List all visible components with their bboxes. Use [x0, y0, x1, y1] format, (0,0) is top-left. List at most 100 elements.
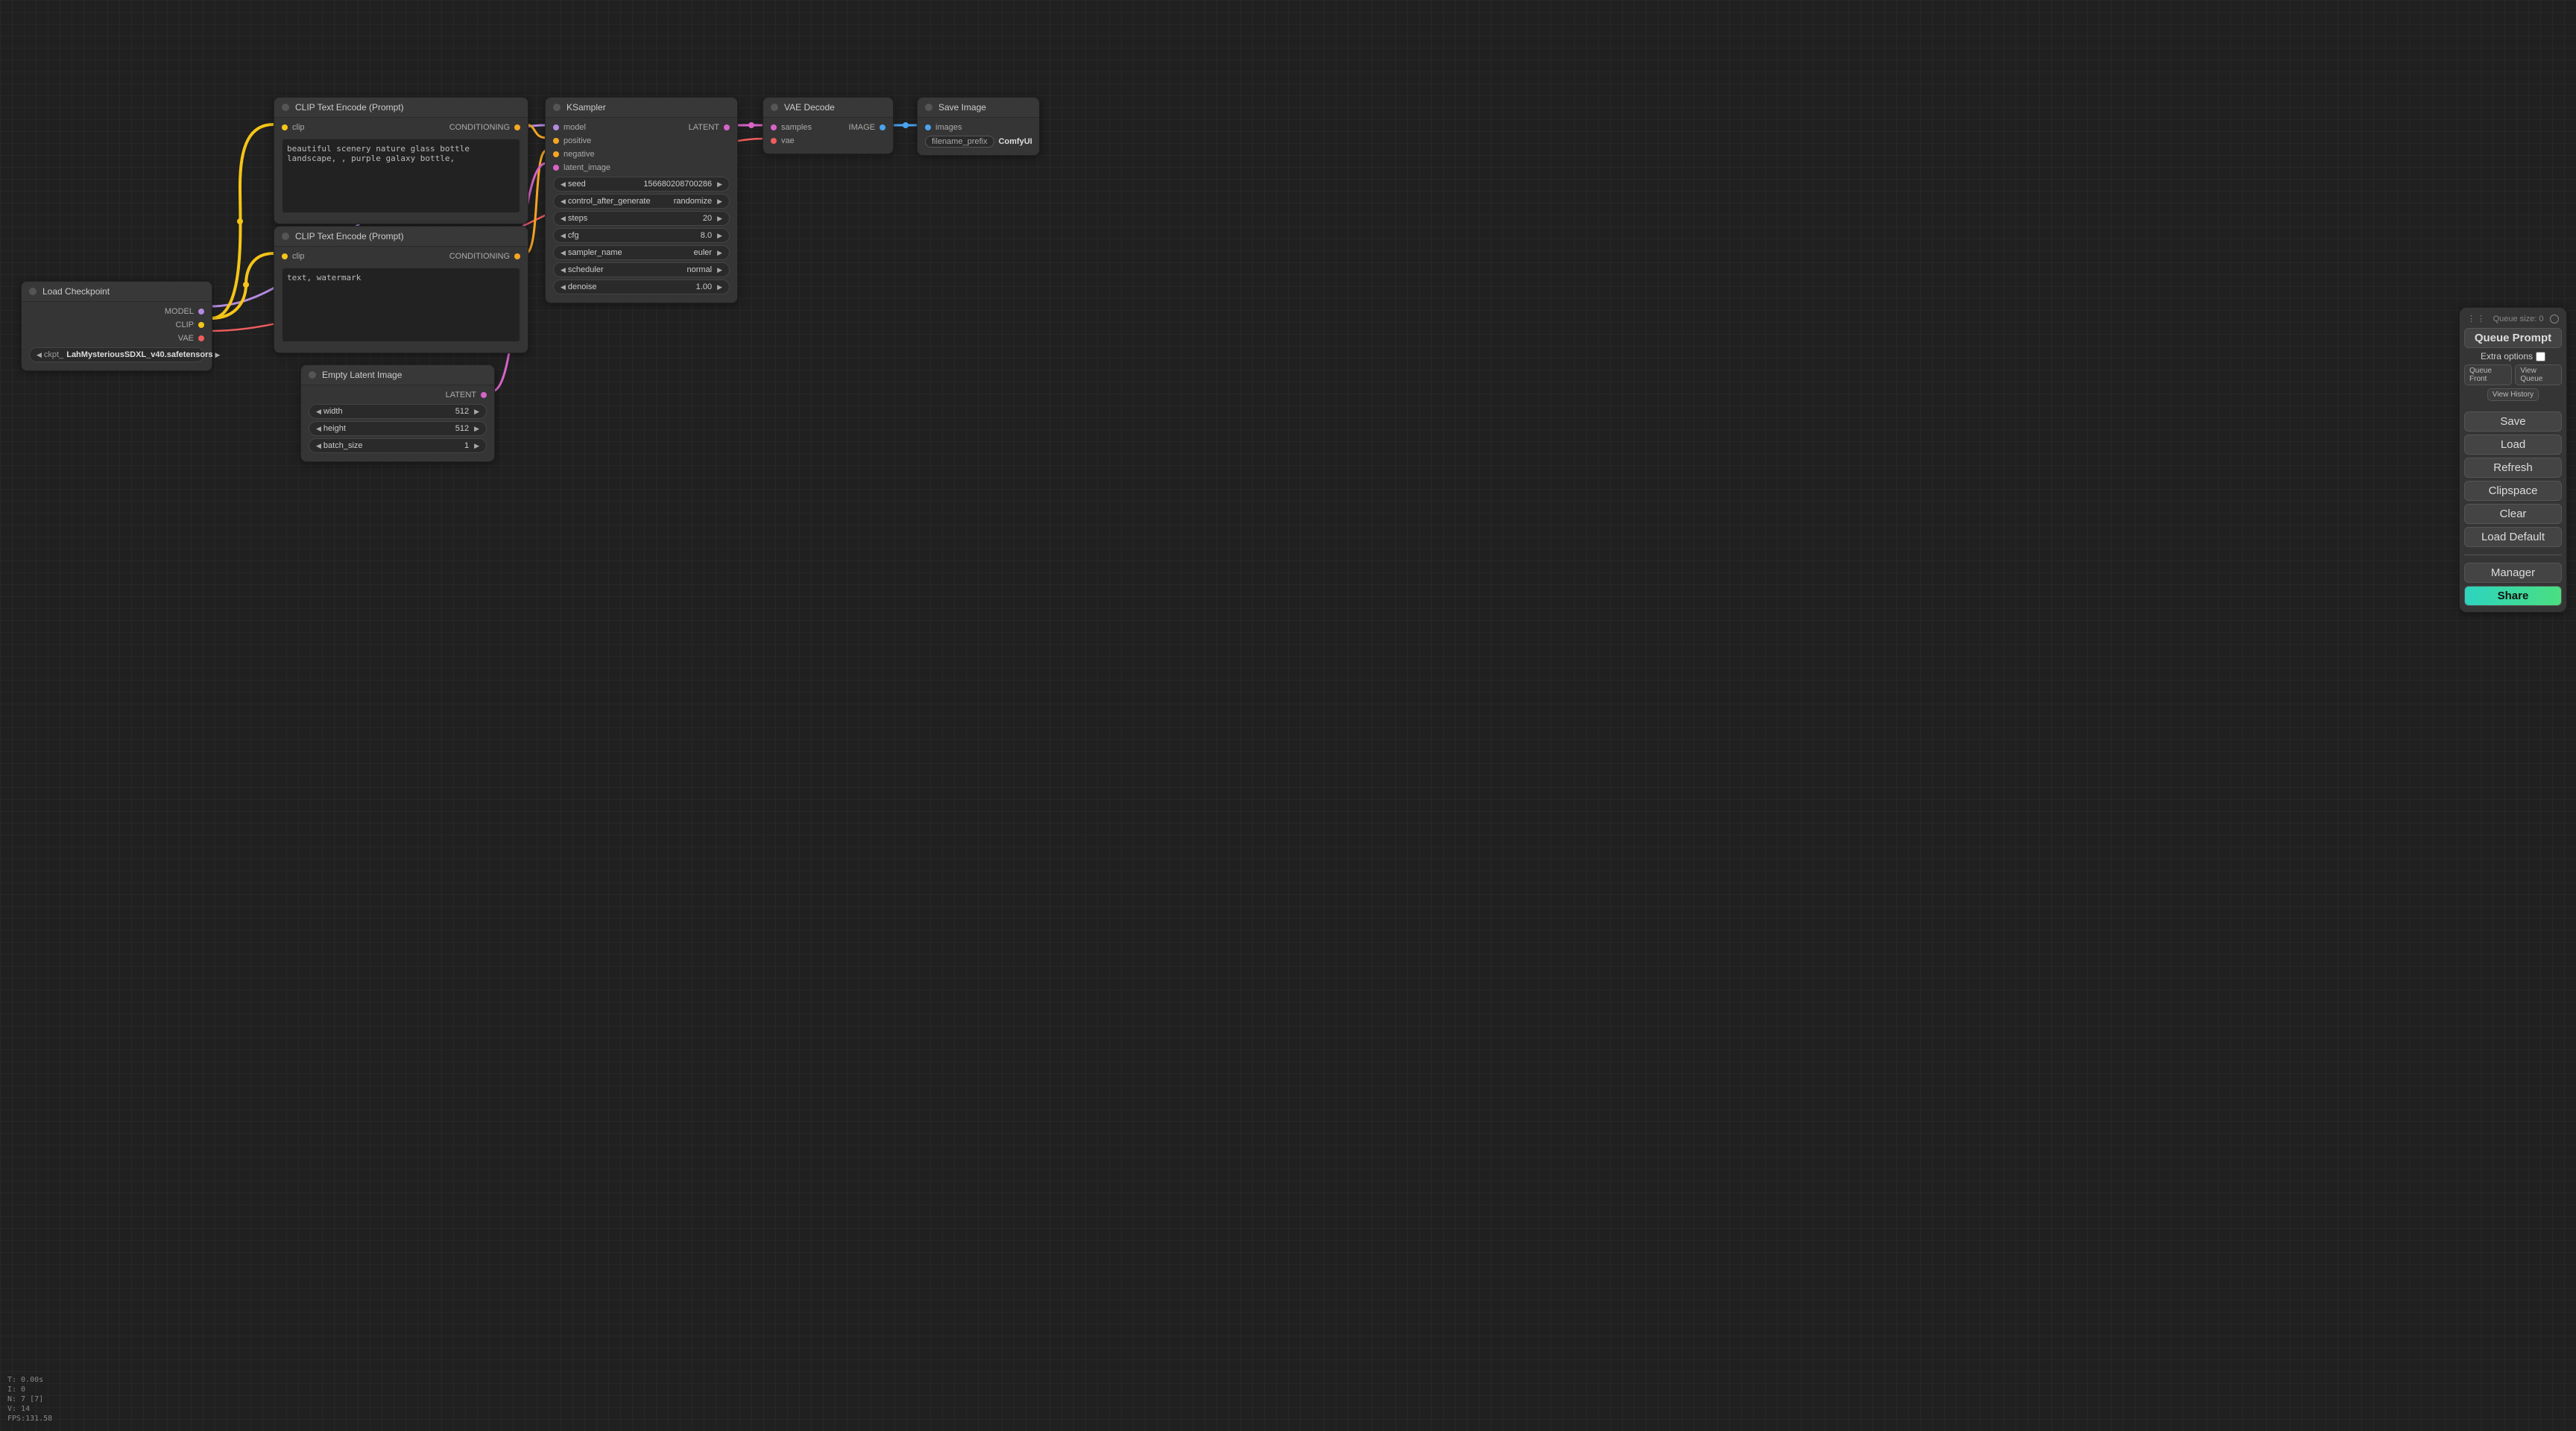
share-button[interactable]: Share [2464, 586, 2562, 606]
node-empty-latent[interactable]: Empty Latent Image LATENT ◀width512▶ ◀he… [300, 364, 495, 462]
input-samples: samples [781, 123, 812, 132]
input-model: model [564, 123, 586, 132]
arrow-left-icon[interactable]: ◀ [34, 351, 44, 359]
control-after-generate-widget[interactable]: ◀control_after_generaterandomize▶ [553, 194, 730, 209]
arrow-left-icon[interactable]: ◀ [314, 425, 323, 433]
node-title: Save Image [938, 102, 986, 113]
node-load-checkpoint[interactable]: Load Checkpoint MODEL CLIP VAE ◀ ckpt_La… [21, 281, 212, 371]
port-icon[interactable] [553, 165, 559, 171]
ckpt-selector[interactable]: ◀ ckpt_LahMysteriousSDXL_v40.safetensors… [29, 347, 204, 362]
prompt-textarea[interactable]: text, watermark [282, 268, 520, 342]
cfg-widget[interactable]: ◀cfg8.0▶ [553, 228, 730, 243]
arrow-right-icon[interactable]: ▶ [212, 351, 222, 359]
save-button[interactable]: Save [2464, 411, 2562, 432]
arrow-right-icon[interactable]: ▶ [472, 442, 482, 450]
arrow-right-icon[interactable]: ▶ [715, 232, 724, 240]
output-conditioning: CONDITIONING [449, 123, 510, 132]
arrow-right-icon[interactable]: ▶ [472, 408, 482, 416]
port-icon[interactable] [553, 138, 559, 144]
queue-prompt-button[interactable]: Queue Prompt [2464, 328, 2562, 348]
clipspace-button[interactable]: Clipspace [2464, 481, 2562, 501]
port-icon[interactable] [925, 124, 931, 130]
arrow-left-icon[interactable]: ◀ [558, 266, 568, 274]
input-latent: latent_image [564, 163, 610, 172]
node-header[interactable]: CLIP Text Encode (Prompt) [274, 227, 528, 247]
node-header[interactable]: CLIP Text Encode (Prompt) [274, 98, 528, 118]
arrow-left-icon[interactable]: ◀ [558, 180, 568, 189]
arrow-right-icon[interactable]: ▶ [472, 425, 482, 433]
load-button[interactable]: Load [2464, 435, 2562, 455]
arrow-left-icon[interactable]: ◀ [314, 442, 323, 450]
denoise-widget[interactable]: ◀denoise1.00▶ [553, 279, 730, 294]
port-icon[interactable] [771, 138, 777, 144]
collapse-dot-icon[interactable] [282, 104, 289, 111]
load-default-button[interactable]: Load Default [2464, 527, 2562, 547]
arrow-left-icon[interactable]: ◀ [314, 408, 323, 416]
collapse-dot-icon[interactable] [29, 288, 37, 295]
manager-button[interactable]: Manager [2464, 563, 2562, 583]
queue-front-button[interactable]: Queue Front [2464, 364, 2512, 385]
height-widget[interactable]: ◀height512▶ [309, 421, 487, 436]
arrow-left-icon[interactable]: ◀ [558, 215, 568, 223]
view-history-button[interactable]: View History [2487, 388, 2539, 401]
collapse-dot-icon[interactable] [771, 104, 778, 111]
scheduler-widget[interactable]: ◀schedulernormal▶ [553, 262, 730, 277]
extra-options-checkbox[interactable] [2536, 352, 2545, 361]
arrow-right-icon[interactable]: ▶ [715, 266, 724, 274]
node-header[interactable]: VAE Decode [763, 98, 893, 118]
sampler-widget[interactable]: ◀sampler_nameeuler▶ [553, 245, 730, 260]
control-panel[interactable]: ⋮⋮ Queue size: 0 Queue Prompt Extra opti… [2459, 307, 2567, 613]
port-icon[interactable] [514, 253, 520, 259]
port-icon[interactable] [553, 124, 559, 130]
steps-widget[interactable]: ◀steps20▶ [553, 211, 730, 226]
node-clip-encode-positive[interactable]: CLIP Text Encode (Prompt) clip CONDITION… [274, 97, 528, 224]
node-title: CLIP Text Encode (Prompt) [295, 102, 404, 113]
port-icon[interactable] [282, 124, 288, 130]
output-image: IMAGE [849, 123, 875, 132]
extra-options-toggle[interactable]: Extra options [2464, 351, 2562, 361]
port-icon[interactable] [481, 392, 487, 398]
port-icon[interactable] [282, 253, 288, 259]
arrow-left-icon[interactable]: ◀ [558, 283, 568, 291]
panel-drag-handle[interactable]: ⋮⋮ Queue size: 0 [2464, 314, 2562, 325]
gear-icon[interactable] [2550, 315, 2559, 323]
arrow-right-icon[interactable]: ▶ [715, 198, 724, 206]
seed-widget[interactable]: ◀seed156680208700286▶ [553, 177, 730, 192]
arrow-left-icon[interactable]: ◀ [558, 232, 568, 240]
port-icon[interactable] [198, 335, 204, 341]
port-icon[interactable] [553, 151, 559, 157]
arrow-right-icon[interactable]: ▶ [715, 283, 724, 291]
node-header[interactable]: Save Image [918, 98, 1039, 118]
collapse-dot-icon[interactable] [553, 104, 561, 111]
prompt-textarea[interactable]: beautiful scenery nature glass bottle la… [282, 139, 520, 213]
port-icon[interactable] [198, 309, 204, 315]
arrow-right-icon[interactable]: ▶ [715, 249, 724, 257]
arrow-left-icon[interactable]: ◀ [558, 249, 568, 257]
collapse-dot-icon[interactable] [282, 233, 289, 240]
port-icon[interactable] [514, 124, 520, 130]
arrow-right-icon[interactable]: ▶ [715, 215, 724, 223]
node-title: Empty Latent Image [322, 370, 402, 380]
arrow-left-icon[interactable]: ◀ [558, 198, 568, 206]
node-header[interactable]: Load Checkpoint [22, 282, 212, 302]
width-widget[interactable]: ◀width512▶ [309, 404, 487, 419]
clear-button[interactable]: Clear [2464, 504, 2562, 524]
port-icon[interactable] [198, 322, 204, 328]
view-queue-button[interactable]: View Queue [2515, 364, 2562, 385]
arrow-right-icon[interactable]: ▶ [715, 180, 724, 189]
port-icon[interactable] [771, 124, 777, 130]
stats-overlay: T: 0.00s I: 0 N: 7 [7] V: 14 FPS:131.58 [7, 1375, 52, 1424]
refresh-button[interactable]: Refresh [2464, 458, 2562, 478]
collapse-dot-icon[interactable] [925, 104, 932, 111]
node-ksampler[interactable]: KSampler model LATENT positive negative … [545, 97, 738, 303]
node-header[interactable]: KSampler [546, 98, 737, 118]
node-clip-encode-negative[interactable]: CLIP Text Encode (Prompt) clip CONDITION… [274, 226, 528, 353]
port-icon[interactable] [724, 124, 730, 130]
node-save-image[interactable]: Save Image images filename_prefix ComfyU… [917, 97, 1040, 156]
batch-widget[interactable]: ◀batch_size1▶ [309, 438, 487, 453]
collapse-dot-icon[interactable] [309, 371, 316, 379]
filename-prefix-widget[interactable]: filename_prefix ComfyUI [918, 134, 1039, 149]
port-icon[interactable] [880, 124, 886, 130]
node-header[interactable]: Empty Latent Image [301, 365, 494, 385]
node-vae-decode[interactable]: VAE Decode samples IMAGE vae [763, 97, 894, 154]
